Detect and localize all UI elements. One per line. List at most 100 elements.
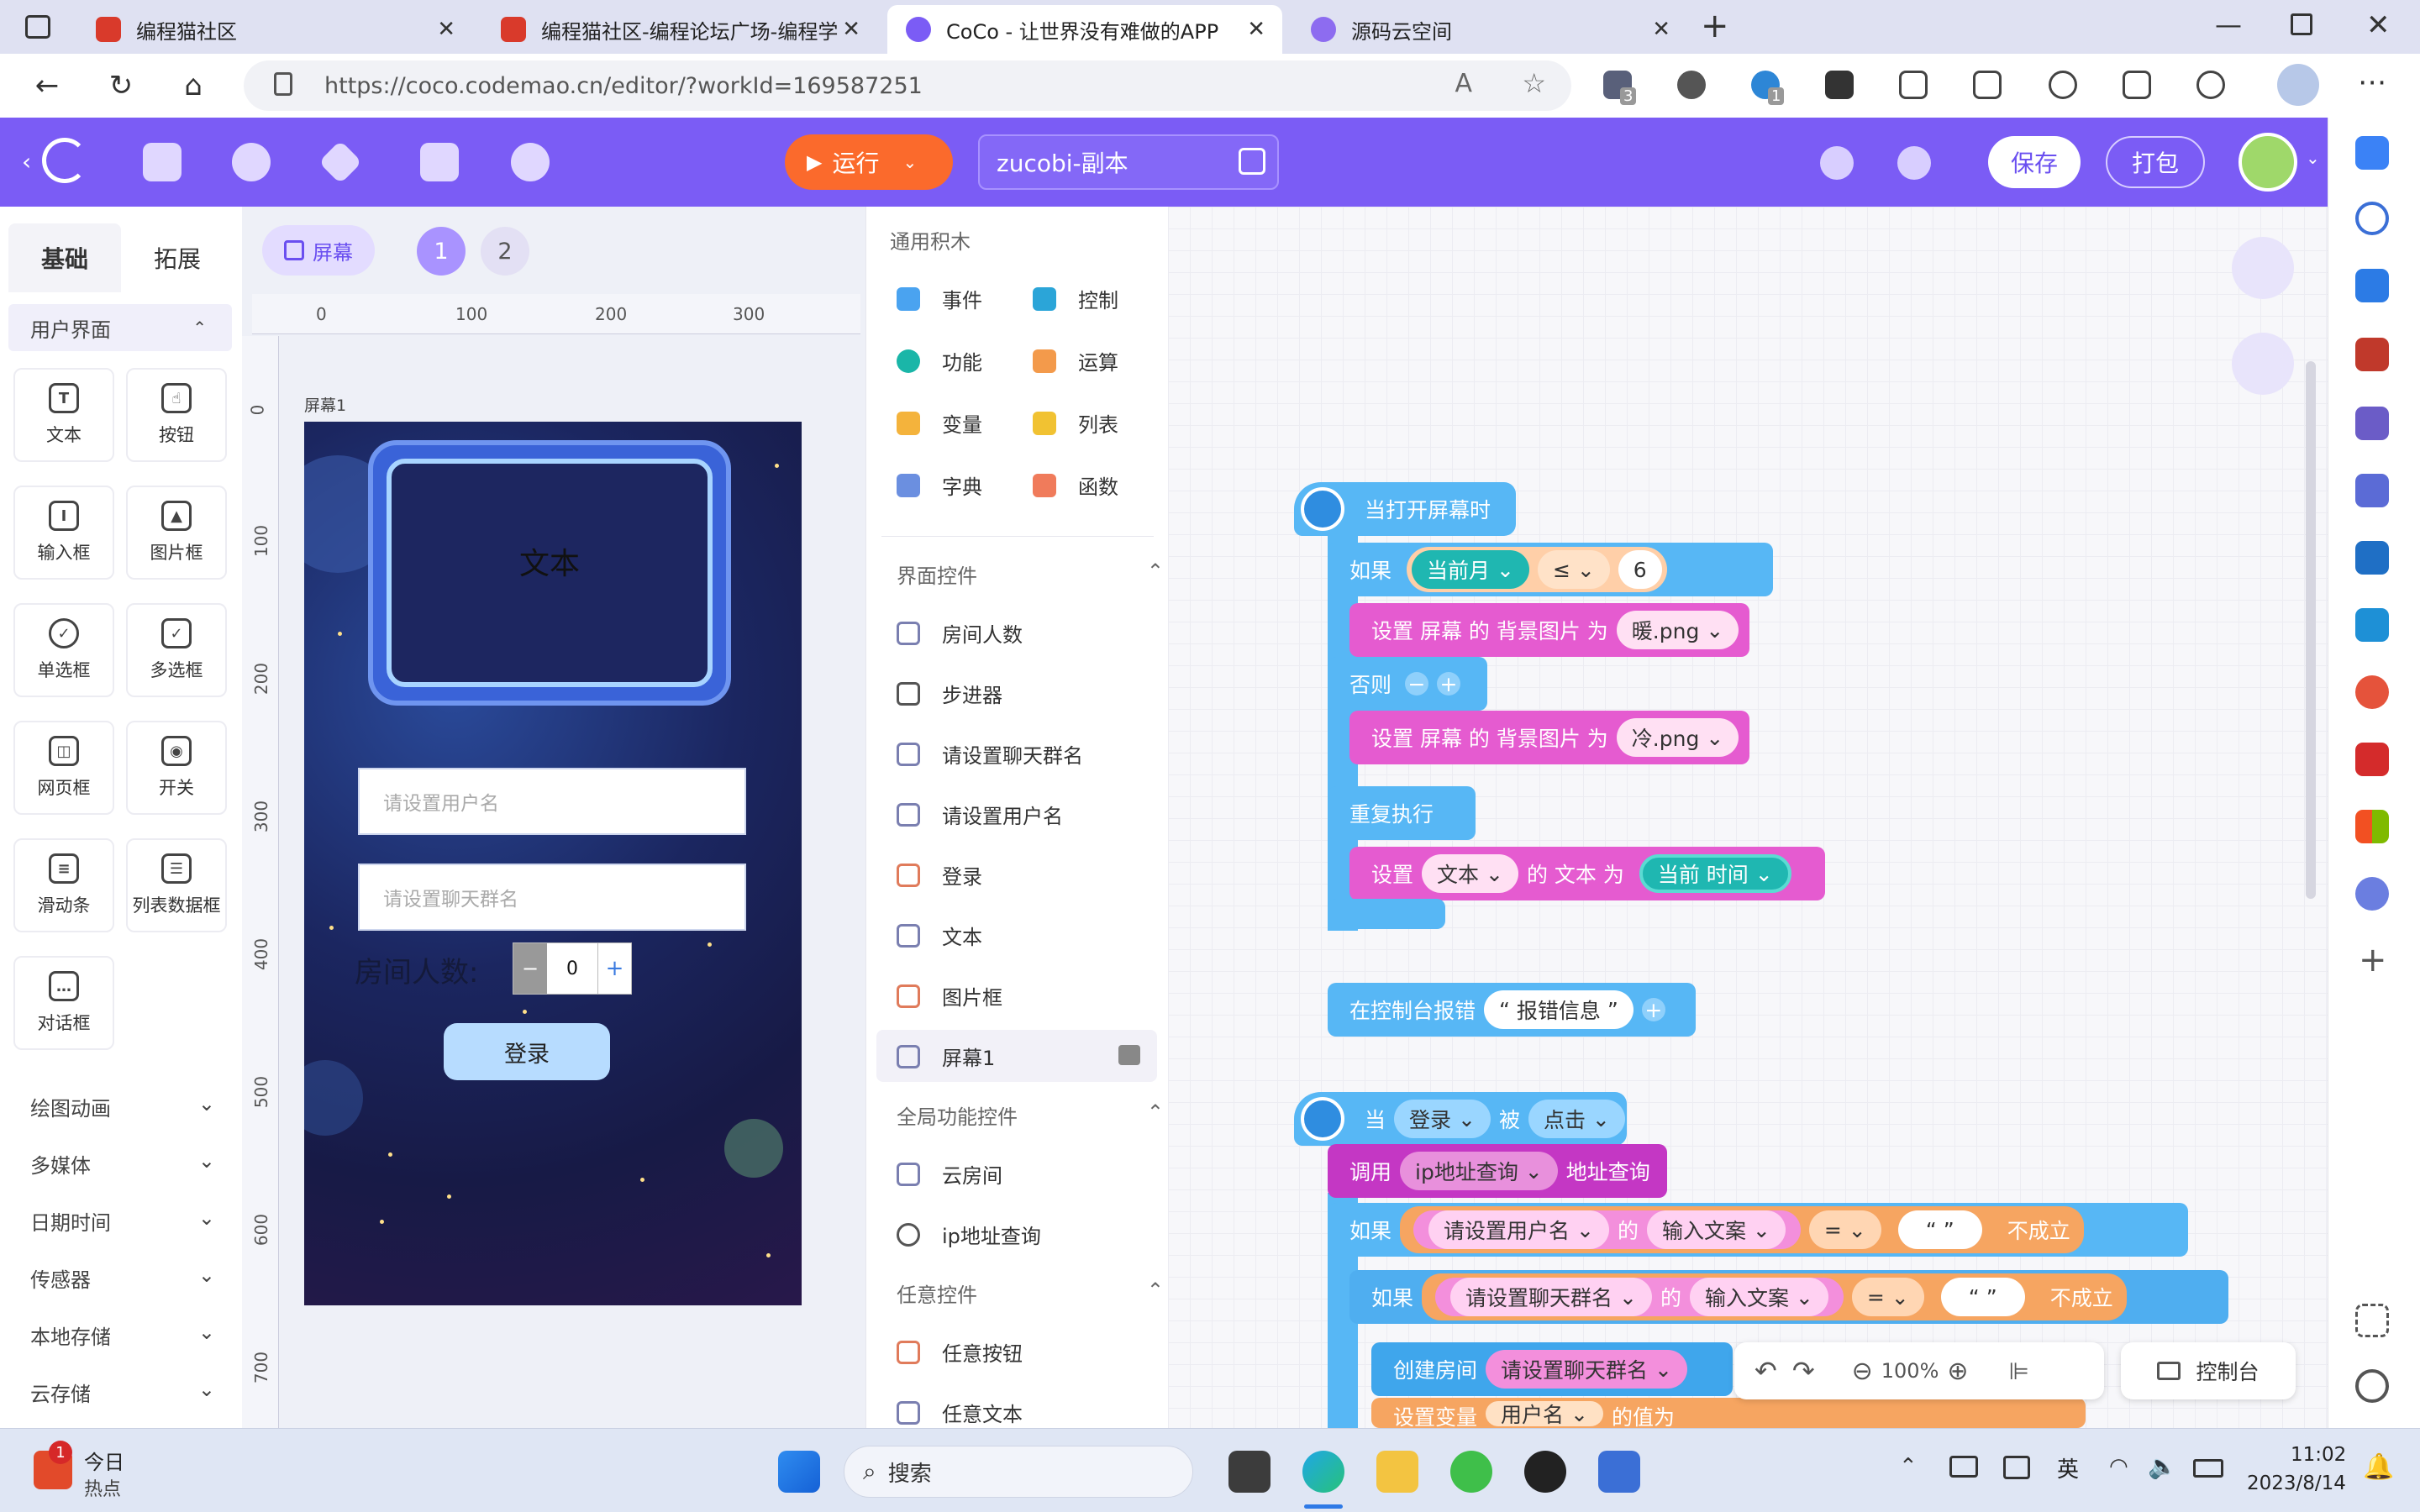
home-icon[interactable]: ⌂	[176, 69, 210, 102]
windows-start-icon[interactable]	[778, 1451, 820, 1493]
add-param-button[interactable]: +	[1641, 998, 1665, 1022]
palette-function[interactable]: 功能	[897, 346, 982, 375]
palette-any-button[interactable]: 任意按钮	[897, 1337, 1023, 1367]
wifi-icon[interactable]: ◠	[2109, 1454, 2128, 1479]
object-dropdown[interactable]: 请设置聊天群名 ⌄	[1450, 1278, 1652, 1316]
palette-ctrl-text[interactable]: 文本	[897, 921, 982, 950]
package-button[interactable]: 打包	[2106, 136, 2205, 188]
compare-expression[interactable]: 当前月 ⌄ ≤ ⌄ 6	[1407, 547, 1667, 592]
number-input[interactable]: 6	[1618, 550, 1662, 589]
text-widget[interactable]: 文本	[387, 459, 713, 687]
block-set-bg-warm[interactable]: 设置 屏幕 的 背景图片 为 暖.png ⌄	[1349, 603, 1749, 657]
widget-button[interactable]: ☝ 按钮	[126, 368, 227, 462]
tab-actions-icon[interactable]	[25, 15, 50, 39]
tab-basic[interactable]: 基础	[8, 223, 121, 292]
notification-bell-icon[interactable]	[2355, 136, 2389, 170]
empty-string-input[interactable]: “ ”	[1940, 1278, 2025, 1316]
equals-dropdown[interactable]: = ⌄	[1851, 1278, 1924, 1316]
extension-owl-icon[interactable]	[1825, 71, 1854, 99]
block-when-screen-open[interactable]: 当打开屏幕时	[1294, 482, 1516, 536]
battery-icon[interactable]	[2193, 1459, 2223, 1478]
block-set-text[interactable]: 设置 文本 ⌄ 的 文本 为 当前 时间 ⌄	[1349, 847, 1825, 900]
empty-string-input[interactable]: “ ”	[1897, 1210, 1982, 1249]
widget-dialog[interactable]: … 对话框	[13, 956, 114, 1050]
current-time-dropdown[interactable]: 当前 时间 ⌄	[1639, 854, 1791, 893]
category-local-storage[interactable]: 本地存储 ⌄	[30, 1320, 215, 1350]
align-icon[interactable]: ⊫	[2009, 1357, 2029, 1385]
profile-avatar[interactable]	[2277, 64, 2319, 106]
edge-icon[interactable]	[1302, 1451, 1344, 1493]
help-icon[interactable]	[232, 143, 271, 181]
block-repeat-forever[interactable]: 重复执行	[1328, 786, 1476, 840]
else-remove-button[interactable]: −	[1405, 672, 1429, 696]
outlook-icon[interactable]	[2355, 541, 2389, 575]
palette-control[interactable]: 控制	[1033, 284, 1118, 313]
section-ui-header[interactable]: 用户界面 ⌃	[8, 304, 232, 351]
equals-dropdown[interactable]: = ⌄	[1808, 1210, 1881, 1249]
restore-icon[interactable]	[2291, 13, 2312, 35]
close-icon[interactable]: ✕	[842, 17, 860, 42]
undo-icon[interactable]: ↶	[1754, 1355, 1777, 1387]
close-icon[interactable]: ✕	[437, 17, 455, 42]
block-set-variable[interactable]: 设置变量 用户名 ⌄ 的值为	[1371, 1398, 2086, 1428]
coco-logo-icon[interactable]	[42, 138, 87, 183]
palette-variable[interactable]: 变量	[897, 408, 982, 438]
screen-tab-1[interactable]: 1	[417, 227, 466, 276]
block-if[interactable]: 如果 当前月 ⌄ ≤ ⌄ 6	[1328, 543, 1773, 596]
extension-icon[interactable]	[1677, 71, 1706, 99]
category-datetime[interactable]: 日期时间 ⌄	[30, 1206, 215, 1236]
property-dropdown[interactable]: 输入文案 ⌄	[1689, 1278, 1828, 1316]
file-explorer-icon[interactable]	[1376, 1451, 1418, 1493]
screen-tab-2[interactable]: 2	[481, 227, 529, 276]
display-icon[interactable]	[2003, 1456, 2030, 1479]
app-icon[interactable]	[2355, 675, 2389, 709]
phone-preview[interactable]: 文本 请设置用户名 请设置聊天群名 房间人数: − 0 + 登录	[304, 422, 802, 1305]
volume-icon[interactable]: 🔈	[2148, 1452, 2177, 1480]
event-dropdown[interactable]: 点击 ⌄	[1528, 1100, 1625, 1138]
shopping-tag-icon[interactable]	[2355, 269, 2389, 302]
settings-icon[interactable]	[318, 139, 363, 185]
games-icon[interactable]	[2355, 407, 2389, 440]
add-icon[interactable]: +	[2359, 941, 2387, 979]
stepper-minus-button[interactable]: −	[513, 943, 547, 994]
block-call-ip[interactable]: 调用 ip地址查询 ⌄ 地址查询	[1328, 1144, 1667, 1198]
image-dropdown[interactable]: 暖.png ⌄	[1616, 611, 1739, 649]
split-screen-icon[interactable]	[1973, 71, 2002, 99]
clock-time[interactable]: 11:02	[2291, 1444, 2346, 1466]
refresh-icon[interactable]: ↻	[104, 69, 138, 102]
widget-image[interactable]: ▲ 图片框	[126, 486, 227, 580]
palette-dict[interactable]: 字典	[897, 470, 982, 500]
username-input[interactable]: 请设置用户名	[358, 768, 746, 835]
favorite-star-icon[interactable]: ☆	[1522, 67, 1546, 99]
widget-slider[interactable]: ≡ 滑动条	[13, 838, 114, 932]
palette-ctrl-stepper[interactable]: 步进器	[897, 679, 1002, 708]
variable-dropdown[interactable]: 用户名 ⌄	[1486, 1401, 1603, 1427]
string-input[interactable]: “ 报错信息 ”	[1484, 990, 1634, 1029]
block-set-bg-cold[interactable]: 设置 屏幕 的 背景图片 为 冷.png ⌄	[1349, 711, 1749, 764]
widget-webview[interactable]: ◫ 网页框	[13, 721, 114, 815]
group-name-input[interactable]: 请设置聊天群名	[358, 864, 746, 931]
edit-icon[interactable]	[1239, 148, 1265, 175]
cloud-app-icon[interactable]	[2355, 877, 2389, 911]
widget-checkbox[interactable]: ✓ 多选框	[126, 603, 227, 697]
task-view-icon[interactable]	[1228, 1451, 1270, 1493]
project-name-field[interactable]: zucobi-副本	[978, 134, 1279, 190]
close-icon[interactable]: ✕	[1247, 17, 1265, 42]
widget-radio[interactable]: ✓ 单选框	[13, 603, 114, 697]
cloud-icon[interactable]	[511, 143, 550, 181]
palette-operator[interactable]: 运算	[1033, 346, 1118, 375]
else-add-button[interactable]: +	[1437, 672, 1461, 696]
room-count-stepper[interactable]: − 0 +	[513, 942, 632, 995]
run-button[interactable]: ▶ 运行 ⌄	[785, 134, 953, 190]
console-button[interactable]: 控制台	[2121, 1342, 2296, 1399]
microsoft-icon[interactable]	[2355, 810, 2389, 843]
property-dropdown[interactable]: 输入文案 ⌄	[1646, 1210, 1786, 1249]
wechat-icon[interactable]	[1450, 1451, 1492, 1493]
object-dropdown[interactable]: 文本 ⌄	[1422, 854, 1518, 893]
block-if-username[interactable]: 如果 请设置用户名 ⌄ 的 输入文案 ⌄ = ⌄ “ ” 不成立	[1328, 1203, 2188, 1257]
palette-ip-lookup[interactable]: ip地址查询	[897, 1220, 1041, 1249]
send-icon[interactable]	[2355, 608, 2389, 642]
chevron-down-icon[interactable]: ⌄	[902, 152, 917, 172]
palette-ctrl-screen1[interactable]: 屏幕1	[897, 1042, 995, 1071]
palette-any-text[interactable]: 任意文本	[897, 1398, 1023, 1427]
